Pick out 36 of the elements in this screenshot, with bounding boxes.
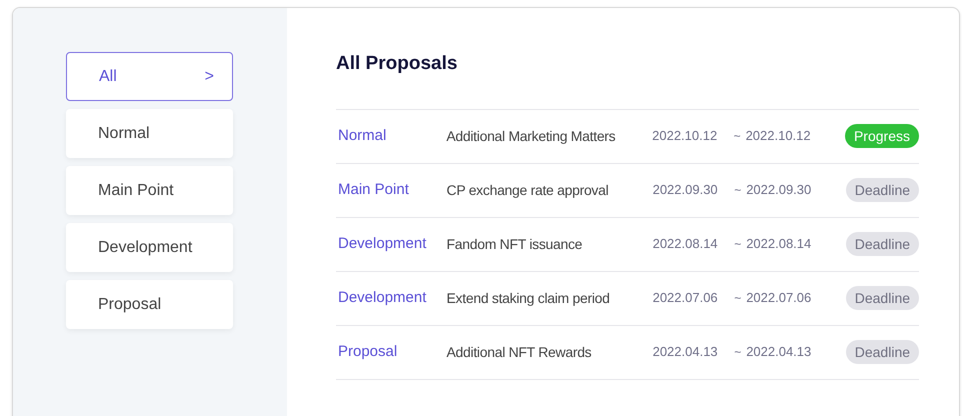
- start-date: 2022.07.06: [652, 289, 719, 308]
- start-date: 2022.10.12: [652, 127, 718, 146]
- proposal-title[interactable]: CP exchange rate approval: [446, 180, 653, 200]
- category-link[interactable]: Development: [336, 286, 447, 310]
- date-separator: ~: [734, 290, 742, 307]
- proposal-title[interactable]: Fandom NFT issuance: [446, 234, 653, 254]
- category-tab[interactable]: Development: [66, 223, 233, 272]
- status-badge: Deadline: [846, 340, 920, 364]
- date-separator: ~: [734, 128, 742, 145]
- category-link[interactable]: Normal: [336, 124, 446, 148]
- end-date: 2022.08.14: [746, 235, 812, 254]
- end-date: 2022.09.30: [746, 181, 812, 200]
- proposal-title[interactable]: Additional NFT Rewards: [446, 342, 653, 362]
- date-separator: ~: [734, 182, 742, 199]
- date-separator: ~: [734, 344, 742, 361]
- status-badge: Deadline: [846, 286, 920, 310]
- end-date: 2022.10.12: [746, 127, 812, 146]
- category-tab[interactable]: Normal: [66, 109, 233, 158]
- date-separator: ~: [734, 236, 742, 253]
- section-title: All Proposals: [336, 52, 458, 76]
- proposal-title[interactable]: Additional Marketing Matters: [446, 126, 652, 146]
- category-link[interactable]: Development: [336, 232, 447, 256]
- status-badge: Deadline: [846, 232, 920, 256]
- category-tab[interactable]: Proposal: [66, 280, 233, 329]
- start-date: 2022.09.30: [652, 181, 719, 200]
- end-date: 2022.07.06: [746, 289, 812, 308]
- status-badge: Deadline: [846, 178, 920, 202]
- category-tab[interactable]: All >: [66, 52, 233, 101]
- end-date: 2022.04.13: [746, 343, 812, 362]
- start-date: 2022.08.14: [652, 235, 719, 254]
- category-tab[interactable]: Main Point: [66, 166, 233, 215]
- status-badge: Progress: [844, 124, 919, 148]
- proposal-title[interactable]: Extend staking claim period: [446, 288, 653, 308]
- category-link[interactable]: Main Point: [336, 178, 447, 202]
- category-link[interactable]: Proposal: [336, 340, 447, 364]
- start-date: 2022.04.13: [652, 343, 719, 362]
